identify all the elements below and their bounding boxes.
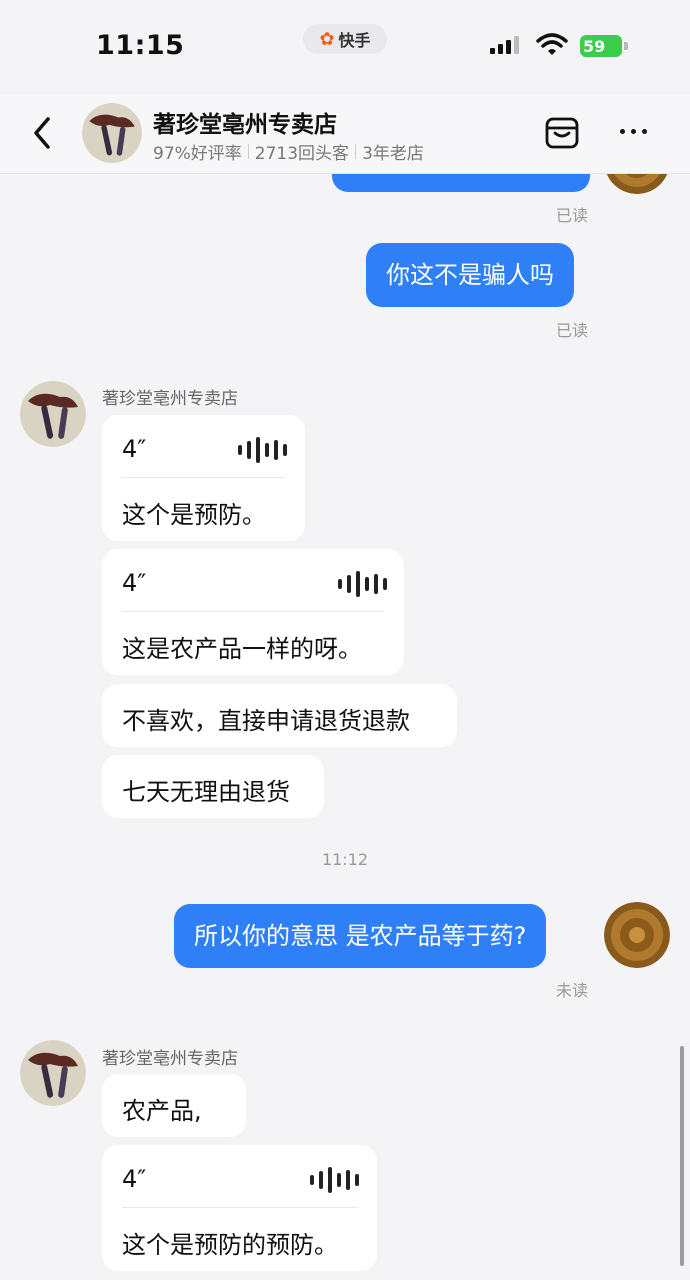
scrollbar[interactable] (680, 1046, 684, 1266)
kuaishou-logo-icon: ✿ (319, 28, 335, 50)
divider (247, 144, 249, 159)
user-avatar[interactable] (604, 902, 670, 968)
message-bubble-outgoing[interactable]: 所以你的意思 是农产品等于药? (174, 904, 547, 968)
sender-name: 著珍堂亳州专卖店 (102, 1049, 238, 1069)
shop-title[interactable]: 著珍堂亳州专卖店 (153, 105, 337, 139)
voice-message[interactable]: 4″ 这个是预防。 (102, 415, 305, 541)
wifi-icon (536, 32, 568, 60)
status-time: 11:15 (96, 30, 185, 61)
divider (122, 611, 384, 612)
voice-transcript: 这个是预防的预防。 (122, 1231, 338, 1259)
voice-wave-icon[interactable] (310, 1167, 359, 1193)
shop-stats: 97%好评率 2713回头客 3年老店 (153, 139, 424, 164)
repeat-customers-stat: 2713回头客 (254, 144, 350, 164)
cellular-signal-icon (490, 36, 519, 54)
merchant-avatar[interactable] (20, 381, 86, 447)
back-chevron-icon[interactable] (28, 115, 58, 151)
voice-transcript: 这个是预防。 (122, 501, 266, 529)
message-text: 不喜欢，直接申请退货退款 (122, 707, 410, 735)
message-bubble-incoming[interactable]: 不喜欢，直接申请退货退款 (102, 684, 457, 747)
voice-duration: 4″ (122, 435, 147, 463)
divider (122, 1207, 357, 1208)
chat-area[interactable]: 已读 你这不是骗人吗 已读 著珍堂亳州专卖店 4″ 这个是预防。 4″ 这是农产… (0, 0, 690, 1280)
timestamp: 11:12 (321, 850, 369, 869)
rating-stat: 97%好评率 (153, 144, 242, 164)
app-badge[interactable]: ✿ 快手 (303, 24, 387, 54)
message-bubble-outgoing[interactable]: 你这不是骗人吗 (366, 243, 574, 307)
message-bubble-incoming[interactable]: 农产品, (102, 1074, 246, 1137)
battery-level: 59 (583, 36, 606, 56)
voice-wave-icon[interactable] (238, 437, 287, 463)
status-bar: 11:15 ✿ 快手 59 (0, 0, 690, 95)
merchant-avatar[interactable] (20, 1040, 86, 1106)
voice-transcript: 这是农产品一样的呀。 (122, 635, 362, 663)
voice-message[interactable]: 4″ 这个是预防的预防。 (102, 1145, 377, 1271)
voice-message[interactable]: 4″ 这是农产品一样的呀。 (102, 549, 404, 675)
message-text: 七天无理由退货 (122, 778, 290, 806)
read-status: 未读 (556, 981, 589, 1000)
sender-name: 著珍堂亳州专卖店 (102, 389, 238, 409)
store-icon[interactable] (544, 115, 580, 155)
chat-header: 著珍堂亳州专卖店 97%好评率 2713回头客 3年老店 (0, 95, 690, 174)
voice-wave-icon[interactable] (338, 571, 387, 597)
voice-duration: 4″ (122, 1165, 147, 1193)
read-status: 已读 (556, 321, 589, 340)
message-text: 农产品, (122, 1097, 202, 1125)
read-status: 已读 (556, 206, 589, 225)
battery-icon: 59 (580, 35, 622, 57)
battery-tip (624, 42, 628, 50)
voice-duration: 4″ (122, 569, 147, 597)
store-age-stat: 3年老店 (362, 144, 424, 164)
message-bubble-incoming[interactable]: 七天无理由退货 (102, 755, 324, 818)
divider (122, 477, 285, 478)
shop-avatar[interactable] (82, 103, 142, 163)
more-options-icon[interactable] (620, 129, 647, 134)
app-badge-label: 快手 (338, 31, 371, 50)
divider (355, 144, 357, 159)
